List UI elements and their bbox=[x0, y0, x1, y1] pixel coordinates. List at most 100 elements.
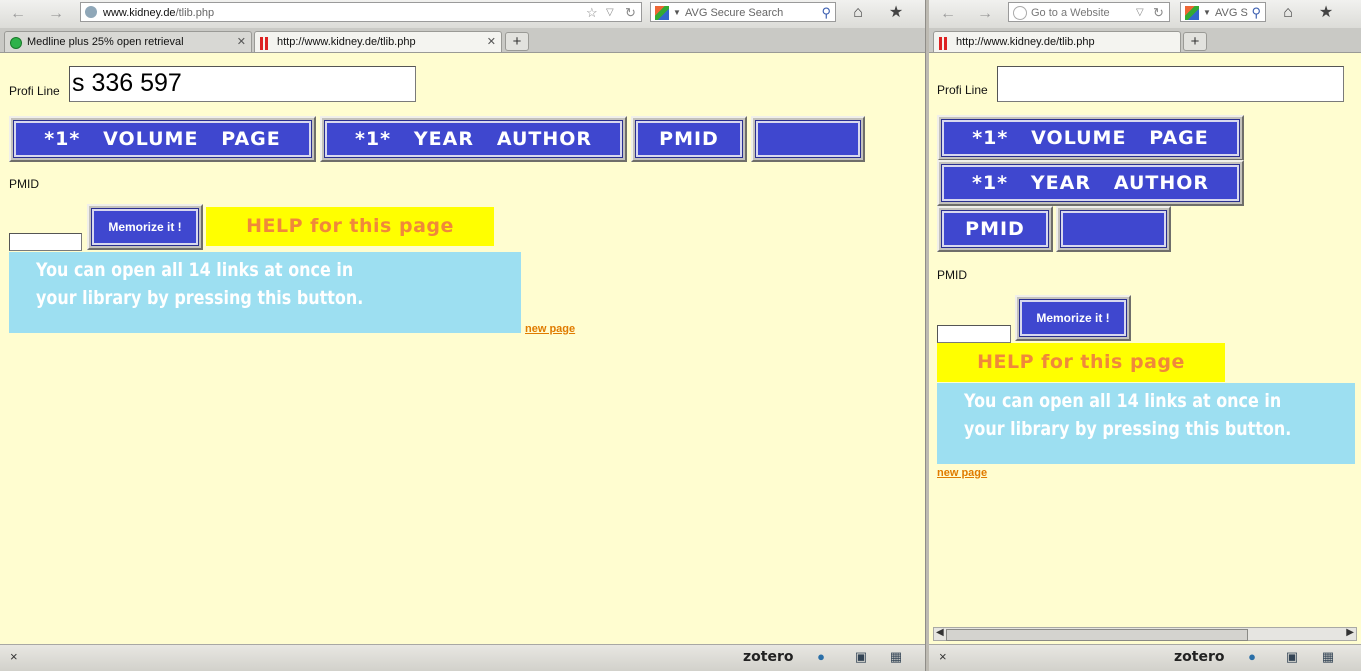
volume-page-button[interactable]: *1* VOLUME PAGE bbox=[9, 116, 316, 162]
info-line-2: your library by pressing this button. bbox=[36, 287, 364, 309]
monitor-icon[interactable]: ▣ bbox=[853, 650, 869, 664]
dropdown-arrow-icon[interactable]: ▽ bbox=[606, 3, 614, 21]
blank-button[interactable] bbox=[1056, 206, 1171, 252]
scroll-right-icon[interactable]: ▶ bbox=[1346, 627, 1354, 638]
memorize-button[interactable]: Memorize it ! bbox=[87, 204, 203, 250]
url-bar[interactable]: Go to a Website ▽ ↻ bbox=[1008, 2, 1170, 22]
green-circle-icon bbox=[10, 37, 22, 49]
tab-label: Medline plus 25% open retrieval bbox=[27, 36, 184, 48]
globe-icon bbox=[85, 6, 97, 18]
help-link[interactable]: HELP for this page bbox=[937, 343, 1225, 382]
memorize-label: Memorize it ! bbox=[1019, 299, 1127, 337]
horizontal-scrollbar[interactable]: ◀ ▶ bbox=[933, 627, 1357, 641]
volume-page-button[interactable]: *1* VOLUME PAGE bbox=[937, 115, 1244, 161]
bookmark-star-icon[interactable]: ☆ bbox=[586, 3, 598, 21]
pmid-input[interactable] bbox=[9, 233, 82, 251]
tab-strip: Medline plus 25% open retrieval ✕ http:/… bbox=[0, 28, 925, 53]
zotero-logo[interactable]: zotero bbox=[743, 649, 793, 665]
info-banner: You can open all 14 links at once in you… bbox=[9, 252, 521, 333]
blank-button[interactable] bbox=[751, 116, 865, 162]
volume-page-label: *1* VOLUME PAGE bbox=[941, 119, 1240, 157]
search-icon[interactable]: ⚲ bbox=[821, 3, 831, 21]
page-content: Profi Line *1* VOLUME PAGE *1* YEAR AUTH… bbox=[929, 53, 1361, 645]
close-tab-icon[interactable]: ✕ bbox=[487, 32, 496, 52]
blank-page-icon bbox=[1013, 6, 1027, 20]
reload-icon[interactable]: ↻ bbox=[1153, 3, 1164, 21]
window-icon[interactable]: ▦ bbox=[888, 650, 904, 664]
bookmarks-icon[interactable]: ★ bbox=[885, 2, 907, 24]
info-line-1: You can open all 14 links at once in bbox=[964, 390, 1282, 412]
search-icon[interactable]: ⚲ bbox=[1251, 3, 1261, 21]
new-page-link[interactable]: new page bbox=[937, 467, 987, 479]
profi-line-label: Profi Line bbox=[9, 84, 60, 98]
profi-line-input[interactable]: s 336 597 bbox=[69, 66, 416, 102]
search-input[interactable]: ▼ AVG S ⚲ bbox=[1180, 2, 1266, 22]
search-input[interactable]: ▼ AVG Secure Search ⚲ bbox=[650, 2, 836, 22]
info-line-2: your library by pressing this button. bbox=[964, 418, 1292, 440]
home-icon[interactable]: ⌂ bbox=[847, 2, 869, 24]
profi-line-label: Profi Line bbox=[937, 83, 988, 97]
pmid-button[interactable]: PMID bbox=[937, 206, 1053, 252]
year-author-label: *1* YEAR AUTHOR bbox=[941, 164, 1240, 202]
zotero-logo[interactable]: zotero bbox=[1174, 649, 1224, 665]
search-engine-dropdown-icon[interactable]: ▼ bbox=[673, 3, 681, 21]
pmid-button-label: PMID bbox=[941, 210, 1049, 248]
new-tab-button[interactable]: + bbox=[1183, 32, 1207, 51]
volume-page-label: *1* VOLUME PAGE bbox=[13, 120, 312, 158]
browser-window-left: ← → www.kidney.de/tlib.php ☆ ▽ ↻ ▼ AVG S… bbox=[0, 0, 925, 671]
pause-bars-icon bbox=[939, 37, 949, 50]
url-bar[interactable]: www.kidney.de/tlib.php ☆ ▽ ↻ bbox=[80, 2, 642, 22]
new-tab-button[interactable]: + bbox=[505, 32, 529, 51]
url-domain: www.kidney.de bbox=[103, 7, 176, 19]
home-icon[interactable]: ⌂ bbox=[1277, 2, 1299, 24]
year-author-label: *1* YEAR AUTHOR bbox=[324, 120, 623, 158]
tab-strip: http://www.kidney.de/tlib.php + bbox=[929, 28, 1361, 53]
back-arrow-icon[interactable]: ← bbox=[8, 4, 28, 24]
search-placeholder: AVG Secure Search bbox=[685, 7, 784, 19]
globe-status-icon[interactable]: ● bbox=[1244, 650, 1260, 664]
close-icon[interactable]: × bbox=[10, 649, 18, 664]
search-engine-dropdown-icon[interactable]: ▼ bbox=[1203, 3, 1211, 21]
avg-logo-icon bbox=[655, 6, 669, 20]
url-placeholder: Go to a Website bbox=[1031, 7, 1110, 19]
tab-label: http://www.kidney.de/tlib.php bbox=[277, 36, 416, 48]
year-author-button[interactable]: *1* YEAR AUTHOR bbox=[937, 160, 1244, 206]
tab-medline[interactable]: Medline plus 25% open retrieval ✕ bbox=[4, 31, 252, 52]
back-arrow-icon[interactable]: ← bbox=[938, 4, 958, 24]
year-author-button[interactable]: *1* YEAR AUTHOR bbox=[320, 116, 627, 162]
profi-line-input[interactable] bbox=[997, 66, 1344, 102]
dropdown-arrow-icon[interactable]: ▽ bbox=[1136, 3, 1144, 21]
forward-arrow-icon[interactable]: → bbox=[46, 4, 66, 24]
bookmarks-icon[interactable]: ★ bbox=[1315, 2, 1337, 24]
close-tab-icon[interactable]: ✕ bbox=[237, 32, 246, 52]
url-path: /tlib.php bbox=[175, 7, 215, 19]
pmid-input[interactable] bbox=[937, 325, 1011, 343]
status-bar: × zotero ● ▣ ▦ bbox=[0, 644, 925, 671]
avg-logo-icon bbox=[1185, 6, 1199, 20]
tab-tlib[interactable]: http://www.kidney.de/tlib.php ✕ bbox=[254, 31, 502, 52]
tab-tlib[interactable]: http://www.kidney.de/tlib.php bbox=[933, 31, 1181, 52]
search-placeholder: AVG S bbox=[1215, 7, 1248, 19]
forward-arrow-icon[interactable]: → bbox=[975, 4, 995, 24]
memorize-button[interactable]: Memorize it ! bbox=[1015, 295, 1131, 341]
info-line-1: You can open all 14 links at once in bbox=[36, 259, 354, 281]
scrollbar-thumb[interactable] bbox=[946, 629, 1248, 641]
help-link[interactable]: HELP for this page bbox=[206, 207, 494, 246]
memorize-label: Memorize it ! bbox=[91, 208, 199, 246]
pause-bars-icon bbox=[260, 37, 270, 50]
window-icon[interactable]: ▦ bbox=[1320, 650, 1336, 664]
globe-status-icon[interactable]: ● bbox=[813, 650, 829, 664]
monitor-icon[interactable]: ▣ bbox=[1284, 650, 1300, 664]
close-icon[interactable]: × bbox=[939, 649, 947, 664]
new-page-link[interactable]: new page bbox=[525, 323, 575, 335]
pmid-label: PMID bbox=[9, 177, 39, 191]
scroll-left-icon[interactable]: ◀ bbox=[936, 627, 944, 638]
status-bar: × zotero ● ▣ ▦ bbox=[929, 644, 1361, 671]
info-banner: You can open all 14 links at once in you… bbox=[937, 383, 1355, 464]
browser-window-right: ← → Go to a Website ▽ ↻ ▼ AVG S ⚲ ⌂ ★ ht… bbox=[929, 0, 1361, 671]
pmid-label: PMID bbox=[937, 268, 967, 282]
pmid-button[interactable]: PMID bbox=[631, 116, 747, 162]
reload-icon[interactable]: ↻ bbox=[625, 3, 636, 21]
tab-label: http://www.kidney.de/tlib.php bbox=[956, 36, 1095, 48]
page-content: Profi Line s 336 597 *1* VOLUME PAGE *1*… bbox=[0, 53, 925, 645]
